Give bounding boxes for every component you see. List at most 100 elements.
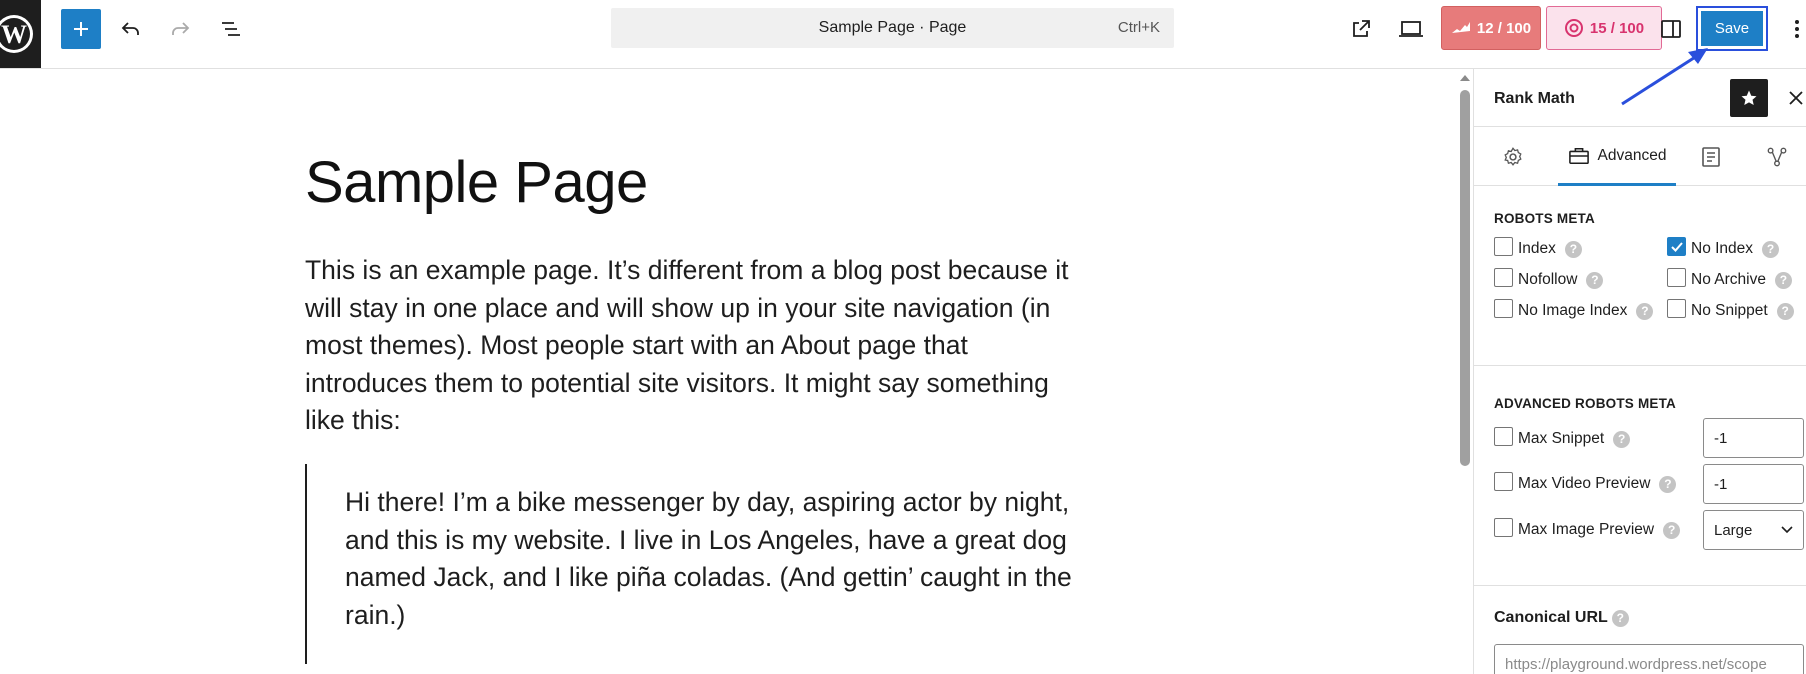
sidebar-title: Rank Math [1494, 90, 1575, 107]
scrollbar-thumb[interactable] [1460, 90, 1470, 466]
help-icon[interactable]: ? [1663, 521, 1681, 539]
help-icon[interactable]: ? [1659, 475, 1677, 493]
checkbox-box[interactable] [1494, 518, 1513, 537]
chevron-down-icon [1781, 526, 1793, 534]
toggle-settings-sidebar-button[interactable] [1651, 9, 1691, 49]
page-title[interactable]: Sample Page [305, 149, 648, 216]
help-icon[interactable]: ? [1776, 302, 1794, 320]
sidebar-header: Rank Math [1474, 69, 1806, 127]
content-ai-icon [1564, 19, 1583, 37]
options-menu-button[interactable] [1788, 9, 1806, 49]
more-vertical-icon [1795, 20, 1799, 38]
checkmark-icon [1670, 241, 1683, 252]
checkbox-label: Nofollow [1518, 271, 1578, 288]
document-overview-button[interactable] [211, 9, 251, 49]
save-button[interactable]: Save [1701, 11, 1763, 46]
help-icon[interactable]: ? [1774, 271, 1792, 289]
save-highlight-box: Save [1696, 6, 1768, 51]
tab-advanced[interactable]: Advanced [1558, 128, 1676, 186]
checkbox-box[interactable] [1494, 237, 1513, 256]
select-value: Large [1714, 521, 1753, 539]
checkbox-box[interactable] [1494, 299, 1513, 318]
sidebar-tabs: Advanced [1474, 128, 1806, 186]
max-video-preview-checkbox[interactable]: Max Video Preview ? [1494, 472, 1677, 493]
close-icon [1789, 91, 1803, 105]
robots-meta-heading: ROBOTS META [1494, 211, 1595, 226]
tab-social[interactable] [1752, 128, 1802, 186]
canonical-url-input[interactable]: https://playground.wordpress.net/scope [1494, 644, 1804, 674]
checkbox-box-checked[interactable] [1667, 237, 1686, 256]
wordpress-logo-icon[interactable]: W [0, 0, 41, 68]
undo-icon [121, 22, 139, 35]
help-icon[interactable]: ? [1762, 240, 1780, 258]
list-view-icon [222, 22, 240, 36]
tab-advanced-label: Advanced [1597, 146, 1667, 164]
toolbox-icon [1568, 147, 1589, 164]
max-image-preview-checkbox[interactable]: Max Image Preview ? [1494, 518, 1681, 539]
star-icon [1741, 90, 1757, 106]
help-icon[interactable]: ? [1611, 609, 1629, 627]
nofollow-checkbox[interactable]: Nofollow ? [1494, 268, 1604, 289]
max-video-preview-input[interactable]: -1 [1703, 464, 1804, 504]
undo-button[interactable] [111, 9, 151, 49]
quote-block[interactable]: Hi there! I’m a bike messenger by day, a… [305, 464, 1095, 664]
robots-meta-section: ROBOTS META Index ? No Index ? Nofollow … [1474, 187, 1806, 366]
content-score-value: 15 / 100 [1589, 19, 1645, 37]
paragraph-block[interactable]: This is an example page. It’s different … [305, 252, 1085, 440]
quote-text[interactable]: Hi there! I’m a bike messenger by day, a… [345, 484, 1085, 634]
canonical-url-text: Canonical URL [1494, 609, 1608, 626]
checkbox-box[interactable] [1494, 427, 1513, 446]
checkbox-label: Max Snippet [1518, 430, 1605, 447]
desktop-icon [1399, 21, 1423, 37]
rank-math-icon [1451, 22, 1470, 33]
editor-top-bar: W Sample Page · Page Ctrl+K 12 / 100 15 … [0, 0, 1806, 69]
checkbox-label: Max Image Preview [1518, 521, 1655, 538]
preview-device-button[interactable] [1391, 9, 1431, 49]
max-snippet-checkbox[interactable]: Max Snippet ? [1494, 427, 1631, 448]
checkbox-box[interactable] [1494, 268, 1513, 287]
checkbox-label: Index [1518, 240, 1556, 257]
close-sidebar-button[interactable] [1784, 81, 1806, 115]
pin-button[interactable] [1730, 79, 1768, 117]
help-icon[interactable]: ? [1586, 271, 1604, 289]
tab-schema[interactable] [1686, 128, 1736, 186]
editor-scrollbar[interactable] [1456, 69, 1473, 674]
gear-icon [1504, 147, 1522, 166]
editor-canvas: Sample Page This is an example page. It’… [0, 69, 1473, 674]
command-palette-bar[interactable]: Sample Page · Page Ctrl+K [611, 8, 1174, 48]
no-image-index-checkbox[interactable]: No Image Index ? [1494, 299, 1654, 320]
content-ai-score-badge[interactable]: 15 / 100 [1546, 6, 1662, 50]
no-snippet-checkbox[interactable]: No Snippet ? [1667, 299, 1794, 320]
checkbox-box[interactable] [1667, 268, 1686, 287]
checkbox-label: No Snippet [1691, 302, 1768, 319]
scroll-up-arrow-icon[interactable] [1460, 75, 1470, 81]
view-page-button[interactable] [1341, 9, 1381, 49]
checkbox-label: Max Video Preview [1518, 475, 1651, 492]
rank-math-sidebar: Rank Math Advanced ROBOTS META Index ? N… [1473, 69, 1806, 674]
svg-text:W: W [1, 20, 27, 49]
share-nodes-icon [1767, 147, 1787, 167]
checkbox-box[interactable] [1667, 299, 1686, 318]
max-image-preview-select[interactable]: Large [1703, 510, 1804, 550]
no-archive-checkbox[interactable]: No Archive ? [1667, 268, 1792, 289]
redo-icon [172, 22, 190, 35]
advanced-robots-section: ADVANCED ROBOTS META Max Snippet ? -1 Ma… [1474, 366, 1806, 586]
seo-score-badge[interactable]: 12 / 100 [1441, 6, 1541, 50]
help-icon[interactable]: ? [1613, 430, 1631, 448]
checkbox-box[interactable] [1494, 472, 1513, 491]
sidebar-toggle-icon [1661, 20, 1681, 38]
help-icon[interactable]: ? [1636, 302, 1654, 320]
external-link-icon [1353, 20, 1370, 37]
max-snippet-input[interactable]: -1 [1703, 418, 1804, 458]
document-title: Sample Page · Page [818, 19, 967, 36]
index-checkbox[interactable]: Index ? [1494, 237, 1582, 258]
tab-general[interactable] [1486, 128, 1540, 186]
redo-button[interactable] [160, 9, 200, 49]
no-index-checkbox[interactable]: No Index ? [1667, 237, 1780, 258]
schema-document-icon [1702, 147, 1720, 167]
block-inserter-button[interactable] [61, 9, 101, 49]
advanced-robots-heading: ADVANCED ROBOTS META [1494, 396, 1676, 411]
plus-icon [74, 22, 88, 36]
help-icon[interactable]: ? [1564, 240, 1582, 258]
checkbox-label: No Archive [1691, 271, 1766, 288]
